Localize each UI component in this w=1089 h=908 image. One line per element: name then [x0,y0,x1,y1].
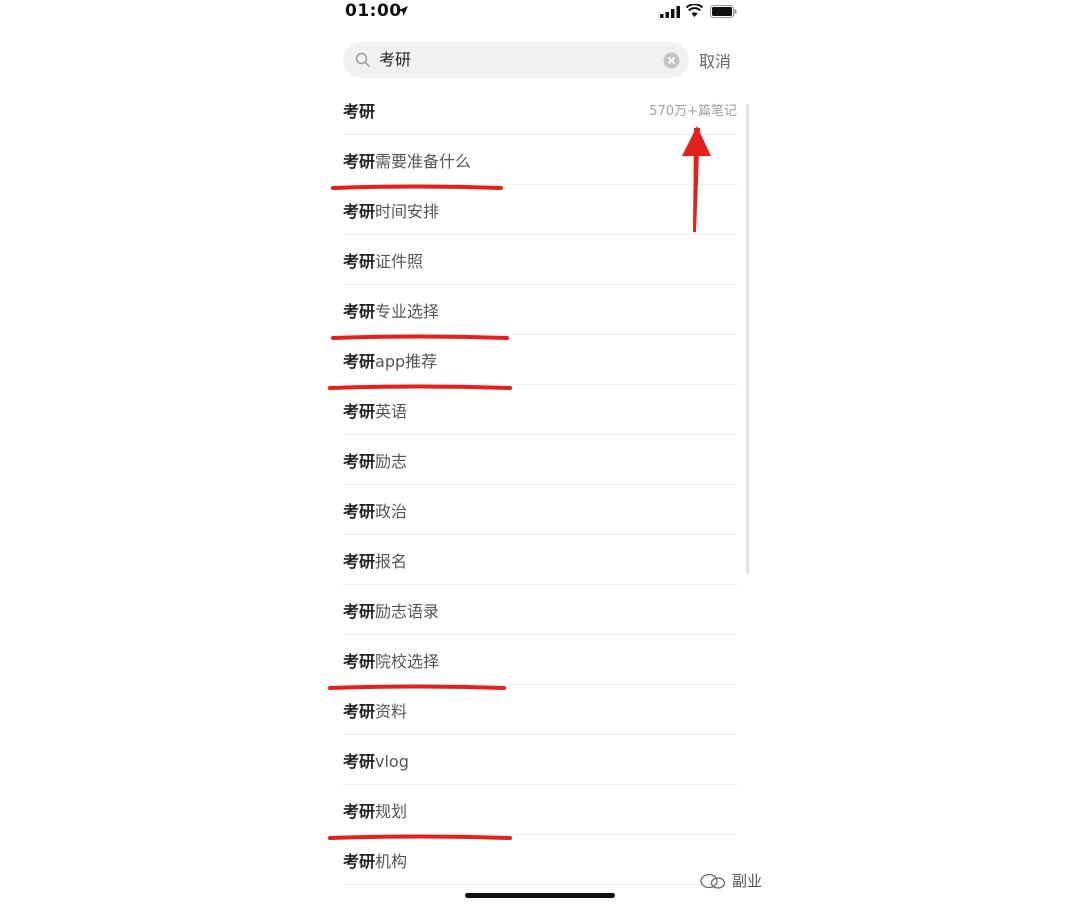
search-icon [355,52,370,67]
search-bar[interactable] [343,42,689,78]
clear-icon[interactable] [663,52,680,69]
suggestion-keyword: 考研 [343,551,376,571]
suggestion-item[interactable]: 考研机构 [343,835,737,885]
suggestion-item[interactable]: 考研报名 [343,535,737,585]
watermark: 副业 [700,870,762,891]
status-bar: 01:00 [325,0,755,26]
suggestion-item[interactable]: 考研院校选择 [343,635,737,685]
suggestion-keyword: 考研 [343,351,376,371]
suggestion-suffix: 励志语录 [375,601,440,621]
suggestion-suffix: 励志 [375,451,408,471]
watermark-label: 副业 [732,872,763,890]
home-indicator[interactable] [465,893,615,898]
suggestion-keyword: 考研 [343,301,376,321]
scroll-indicator[interactable] [746,104,749,574]
suggestion-suffix: 专业选择 [375,301,440,321]
suggestion-item[interactable]: 考研资料 [343,685,737,735]
suggestion-item[interactable]: 考研政治 [343,485,737,535]
suggestion-keyword: 考研 [343,501,376,521]
suggestion-suffix: 报名 [375,551,408,571]
suggestion-keyword: 考研 [343,401,376,421]
suggestion-keyword: 考研 [343,801,376,821]
suggestion-item[interactable]: 考研励志 [343,435,737,485]
suggestion-keyword: 考研 [343,251,376,271]
search-input[interactable] [379,42,649,78]
suggestion-keyword: 考研 [343,151,376,171]
suggestion-item[interactable]: 考研需要准备什么 [343,135,737,185]
suggestion-item[interactable]: 考研专业选择 [343,285,737,335]
note-count: 570万+篇笔记 [649,104,737,119]
suggestion-suffix: 需要准备什么 [375,151,472,171]
suggestion-suffix: 证件照 [375,251,424,271]
suggestion-item[interactable]: 考研 570万+篇笔记 [343,85,737,135]
suggestion-item[interactable]: 考研时间安排 [343,185,737,235]
suggestion-item[interactable]: 考研英语 [343,385,737,435]
suggestion-list: 考研 570万+篇笔记 考研需要准备什么 考研时间安排 考研证件照 考研专业选择… [343,85,737,885]
status-time: 01:00 [345,1,402,21]
cancel-button[interactable]: 取消 [699,48,731,72]
suggestion-suffix: 院校选择 [375,651,440,671]
suggestion-suffix: app推荐 [375,351,438,371]
suggestion-keyword: 考研 [343,701,376,721]
suggestion-keyword: 考研 [343,451,376,471]
suggestion-item[interactable]: 考研app推荐 [343,335,737,385]
suggestion-suffix: 政治 [375,501,408,521]
suggestion-suffix: 规划 [375,801,408,821]
phone-screen: 01:00 取消 [325,0,755,908]
suggestion-suffix: 英语 [375,401,408,421]
suggestion-keyword: 考研 [343,651,376,671]
suggestion-suffix: 机构 [375,851,408,871]
signal-icon [660,6,680,18]
suggestion-item[interactable]: 考研vlog [343,735,737,785]
suggestion-item[interactable]: 考研励志语录 [343,585,737,635]
suggestion-keyword: 考研 [343,751,376,771]
suggestion-suffix: 资料 [375,701,408,721]
wechat-watermark-icon [700,873,726,889]
suggestion-keyword: 考研 [343,851,376,871]
battery-icon [710,5,737,18]
suggestion-keyword: 考研 [343,101,376,121]
suggestion-keyword: 考研 [343,601,376,621]
location-arrow-icon [398,6,408,16]
suggestion-item[interactable]: 考研证件照 [343,235,737,285]
suggestion-item[interactable]: 考研规划 [343,785,737,835]
suggestion-suffix: vlog [375,751,409,771]
suggestion-keyword: 考研 [343,201,376,221]
wifi-icon [686,4,703,17]
suggestion-suffix: 时间安排 [375,201,440,221]
